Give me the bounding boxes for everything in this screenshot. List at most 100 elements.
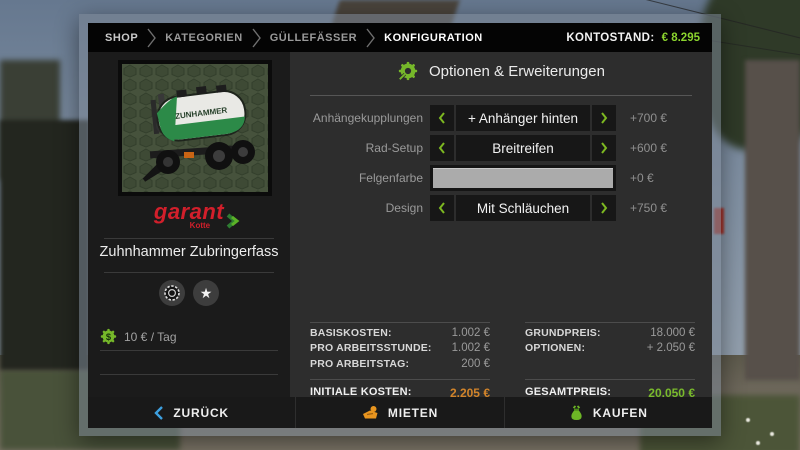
breadcrumb-chevron-icon	[252, 28, 261, 48]
lease-rate: $ 10 € / Tag	[100, 328, 177, 345]
option-row-design: Design Mit Schläuchen +750 €	[290, 195, 667, 221]
cost-row: BASISKOSTEN: 1.002 €	[310, 327, 490, 339]
account-balance: KONTOSTAND: € 8.295	[566, 32, 712, 44]
divider	[525, 322, 695, 323]
balance-value: € 8.295	[662, 32, 700, 44]
cost-label: BASISKOSTEN:	[310, 327, 392, 339]
cost-row: OPTIONEN: + 2.050 €	[525, 342, 695, 354]
cost-value: 1.002 €	[452, 327, 490, 339]
spec-badges: ★	[88, 280, 290, 306]
breadcrumb-chevron-icon	[366, 28, 375, 48]
cost-value: + 2.050 €	[647, 342, 695, 354]
option-row-rad-setup: Rad-Setup Breitreifen +600 €	[290, 135, 667, 161]
selector-value: Mit Schläuchen	[456, 195, 590, 221]
option-label: Rad-Setup	[290, 141, 430, 155]
dialog-body: ZUNHAMMER garant	[88, 52, 712, 426]
shop-config-dialog: SHOP KATEGORIEN GÜLLEFÄSSER KONFIGURATIO…	[88, 23, 712, 428]
divider	[310, 322, 490, 323]
config-title: Optionen & Erweiterungen	[429, 63, 605, 80]
cost-row: PRO ARBEITSTAG: 200 €	[310, 358, 490, 370]
selector-next-button[interactable]	[592, 135, 616, 161]
option-price: +0 €	[630, 171, 654, 185]
chevron-right-icon	[600, 142, 608, 154]
config-header: Optionen & Erweiterungen	[290, 60, 712, 82]
option-label: Anhängekupplungen	[290, 111, 430, 125]
chevron-left-icon	[438, 202, 446, 214]
breadcrumb-item-konfiguration: KONFIGURATION	[384, 32, 483, 44]
back-chevron-icon	[154, 406, 164, 420]
back-button-label: ZURÜCK	[173, 406, 228, 420]
rent-button[interactable]: MIETEN	[295, 397, 503, 428]
rim-color-swatch	[433, 168, 613, 188]
selector-value: Breitreifen	[456, 135, 590, 161]
selector-next-button[interactable]	[592, 105, 616, 131]
tree-trunk	[745, 60, 800, 380]
cost-value: 200 €	[461, 358, 490, 370]
svg-text:$: $	[106, 332, 112, 342]
breadcrumb-item-guellefaesser[interactable]: GÜLLEFÄSSER	[270, 32, 357, 44]
options-gear-wrench-icon	[397, 60, 419, 82]
buy-money-bag-icon	[569, 405, 584, 421]
building-silhouette	[0, 120, 90, 370]
cost-value: 1.002 €	[452, 342, 490, 354]
buy-button[interactable]: KAUFEN	[504, 397, 712, 428]
option-label: Felgenfarbe	[290, 171, 430, 185]
lease-rate-value: 10 € / Tag	[124, 330, 177, 344]
flower	[746, 418, 750, 422]
cost-label: OPTIONEN:	[525, 342, 585, 354]
divider	[525, 379, 695, 380]
screenshot-stage: SHOP KATEGORIEN GÜLLEFÄSSER KONFIGURATIO…	[0, 0, 800, 450]
back-button[interactable]: ZURÜCK	[88, 397, 295, 428]
tire-badge	[159, 280, 185, 306]
buy-button-label: KAUFEN	[593, 406, 648, 420]
option-selector: + Anhänger hinten	[430, 105, 616, 131]
cost-value: 18.000 €	[650, 327, 695, 339]
brand-logo: garant Kotte	[88, 202, 290, 233]
divider	[104, 238, 274, 239]
brand-name: garant	[154, 202, 224, 222]
flower	[756, 441, 760, 445]
balance-label: KONTOSTAND:	[566, 32, 654, 44]
breadcrumb: SHOP KATEGORIEN GÜLLEFÄSSER KONFIGURATIO…	[88, 28, 483, 48]
option-row-felgenfarbe: Felgenfarbe +0 €	[290, 165, 654, 191]
selector-prev-button[interactable]	[430, 135, 454, 161]
brand-arrow-icon	[226, 213, 240, 234]
option-selector: Breitreifen	[430, 135, 616, 161]
divider	[310, 95, 692, 96]
breadcrumb-chevron-icon	[147, 28, 156, 48]
chevron-right-icon	[600, 112, 608, 124]
divider	[310, 379, 490, 380]
lease-cost-icon: $	[100, 328, 117, 345]
rent-hand-money-icon	[362, 405, 379, 420]
option-price: +700 €	[630, 111, 667, 125]
cost-label: PRO ARBEITSSTUNDE:	[310, 342, 432, 354]
divider	[100, 350, 278, 351]
flower	[770, 432, 774, 436]
operating-costs: BASISKOSTEN: 1.002 € PRO ARBEITSSTUNDE: …	[310, 322, 490, 400]
selector-value: + Anhänger hinten	[456, 105, 590, 131]
vehicle-image: ZUNHAMMER	[118, 60, 272, 196]
cost-label: GRUNDPREIS:	[525, 327, 601, 339]
slurry-tanker-illustration: ZUNHAMMER	[122, 64, 268, 192]
selector-next-button[interactable]	[592, 195, 616, 221]
breadcrumb-item-shop[interactable]: SHOP	[105, 32, 138, 44]
purchase-costs: GRUNDPREIS: 18.000 € OPTIONEN: + 2.050 €…	[525, 322, 695, 400]
option-selector: Mit Schläuchen	[430, 195, 616, 221]
footer-bar: ZURÜCK MIETEN KAUFEN	[88, 397, 712, 428]
divider	[100, 374, 278, 375]
divider	[104, 272, 274, 273]
option-price: +600 €	[630, 141, 667, 155]
chevron-left-icon	[438, 142, 446, 154]
cost-row: PRO ARBEITSSTUNDE: 1.002 €	[310, 342, 490, 354]
cost-label: PRO ARBEITSTAG:	[310, 358, 409, 370]
breadcrumb-item-kategorien[interactable]: KATEGORIEN	[165, 32, 243, 44]
product-panel: ZUNHAMMER garant	[88, 52, 290, 397]
option-price: +750 €	[630, 201, 667, 215]
tire-icon	[163, 284, 181, 302]
rim-color-picker[interactable]	[430, 165, 616, 191]
chevron-right-icon	[600, 202, 608, 214]
star-badge: ★	[193, 280, 219, 306]
star-icon: ★	[200, 286, 213, 300]
selector-prev-button[interactable]	[430, 195, 454, 221]
selector-prev-button[interactable]	[430, 105, 454, 131]
